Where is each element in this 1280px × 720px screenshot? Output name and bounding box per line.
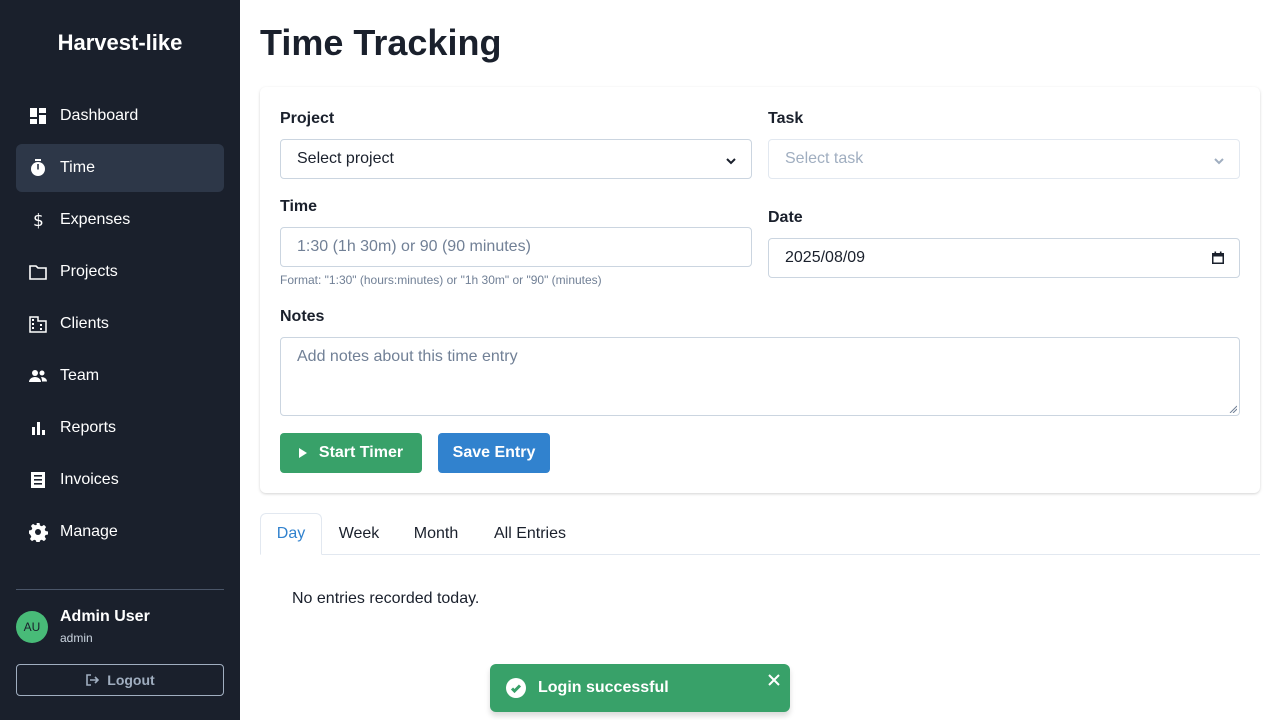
dashboard-icon [28, 106, 48, 126]
user-name: Admin User [60, 608, 150, 625]
tab-month[interactable]: Month [396, 513, 476, 555]
save-entry-label: Save Entry [452, 444, 536, 461]
sidebar-item-label: Manage [60, 523, 118, 540]
tab-label: Month [413, 525, 459, 542]
close-icon[interactable] [768, 673, 780, 686]
empty-state-message: No entries recorded today. [292, 590, 480, 607]
start-timer-label: Start Timer [318, 444, 404, 461]
toast-message: Login successful [538, 679, 669, 696]
toast-notification: Login successful [490, 664, 790, 712]
svg-text:$: $ [33, 211, 44, 230]
date-input-value: 2025/08/09 [785, 249, 866, 266]
sidebar-item-label: Time [60, 159, 95, 176]
sidebar-item-label: Dashboard [60, 107, 139, 124]
tab-label: All Entries [493, 525, 567, 542]
folder-icon [28, 262, 48, 282]
stopwatch-icon [28, 158, 48, 178]
sidebar-item-reports[interactable]: Reports [16, 404, 224, 452]
sidebar-item-time[interactable]: Time [16, 144, 224, 192]
check-circle-icon [506, 678, 526, 698]
sidebar-item-label: Expenses [60, 211, 131, 228]
sidebar-item-team[interactable]: Team [16, 352, 224, 400]
time-format-hint: Format: "1:30" (hours:minutes) or "1h 30… [280, 273, 602, 287]
notes-label: Notes [280, 308, 325, 325]
sidebar-item-manage[interactable]: Manage [16, 508, 224, 556]
page-title: Time Tracking [260, 22, 502, 63]
dollar-icon: $ [28, 210, 48, 230]
tab-label: Day [276, 525, 306, 542]
sidebar: Harvest-like Dashboard Time $ Expenses P… [0, 0, 240, 720]
gear-icon [28, 522, 48, 542]
sidebar-item-dashboard[interactable]: Dashboard [16, 92, 224, 140]
sidebar-divider [16, 589, 224, 590]
calendar-icon[interactable] [1211, 251, 1225, 265]
brand-title: Harvest-like [57, 30, 183, 55]
people-icon [28, 366, 48, 386]
sidebar-item-label: Clients [60, 315, 109, 332]
start-timer-button[interactable]: Start Timer [280, 433, 422, 473]
sidebar-item-label: Projects [60, 263, 118, 280]
tab-week[interactable]: Week [322, 513, 396, 555]
tab-all-entries[interactable]: All Entries [476, 513, 584, 555]
notes-placeholder: Add notes about this time entry [297, 348, 518, 365]
notes-textarea[interactable]: Add notes about this time entry [280, 337, 1240, 416]
bar-chart-icon [28, 418, 48, 438]
sidebar-item-projects[interactable]: Projects [16, 248, 224, 296]
time-label: Time [280, 198, 318, 215]
project-select[interactable]: Select project [280, 139, 752, 179]
sidebar-item-expenses[interactable]: $ Expenses [16, 196, 224, 244]
logout-button[interactable]: Logout [16, 664, 224, 696]
sidebar-item-label: Invoices [60, 471, 119, 488]
date-label: Date [768, 209, 803, 226]
sidebar-item-clients[interactable]: Clients [16, 300, 224, 348]
project-label: Project [280, 110, 335, 127]
sidebar-item-label: Team [60, 367, 100, 384]
avatar: AU [16, 611, 48, 643]
tab-day[interactable]: Day [260, 513, 322, 555]
chevron-down-icon [725, 154, 737, 166]
logout-label: Logout [107, 672, 155, 688]
date-input[interactable]: 2025/08/09 [768, 238, 1240, 278]
tab-label: Week [338, 525, 380, 542]
logout-icon [86, 674, 100, 686]
user-role: admin [60, 631, 93, 645]
building-icon [28, 314, 48, 334]
sidebar-item-label: Reports [60, 419, 117, 436]
save-entry-button[interactable]: Save Entry [438, 433, 550, 473]
sidebar-item-invoices[interactable]: Invoices [16, 456, 224, 504]
time-input-placeholder: 1:30 (1h 30m) or 90 (90 minutes) [297, 238, 531, 255]
play-icon [298, 448, 307, 458]
resize-handle-icon[interactable] [1229, 405, 1237, 413]
receipt-icon [28, 470, 48, 490]
time-input[interactable]: 1:30 (1h 30m) or 90 (90 minutes) [280, 227, 752, 267]
chevron-down-icon [1213, 154, 1225, 166]
task-select-value: Select task [785, 150, 864, 167]
task-select[interactable]: Select task [768, 139, 1240, 179]
task-label: Task [768, 110, 804, 127]
project-select-value: Select project [297, 150, 394, 167]
